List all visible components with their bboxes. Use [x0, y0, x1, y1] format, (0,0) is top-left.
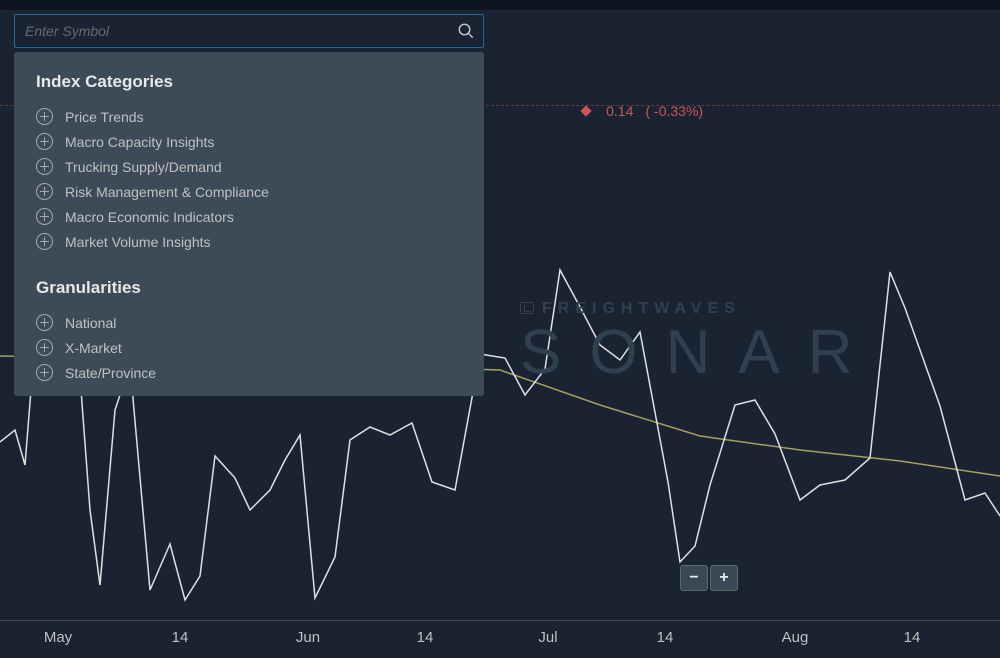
dropdown-item[interactable]: State/Province [36, 360, 462, 385]
symbol-search-panel: Index Categories Price Trends Macro Capaci… [14, 14, 484, 396]
x-axis-tick: 14 [904, 629, 921, 646]
dropdown-item[interactable]: X-Market [36, 335, 462, 360]
plus-circle-icon [36, 183, 53, 200]
plus-circle-icon [36, 158, 53, 175]
zoom-out-button[interactable]: − [680, 565, 708, 591]
dropdown-item-label: X-Market [65, 340, 122, 356]
x-axis-tick: 14 [417, 629, 434, 646]
symbol-search-row[interactable] [14, 14, 484, 48]
top-bar [0, 0, 1000, 10]
dropdown-section-title: Index Categories [36, 72, 462, 92]
x-axis: May 14 Jun 14 Jul 14 Aug 14 [0, 620, 1000, 658]
dropdown-item[interactable]: Price Trends [36, 104, 462, 129]
symbol-search-input[interactable] [15, 23, 449, 39]
plus-circle-icon [36, 314, 53, 331]
dropdown-item[interactable]: Lane [36, 385, 462, 386]
dropdown-item-label: Trucking Supply/Demand [65, 159, 222, 175]
plus-circle-icon [36, 108, 53, 125]
plus-circle-icon [36, 208, 53, 225]
x-axis-tick: May [44, 629, 72, 646]
plus-circle-icon [36, 339, 53, 356]
x-axis-tick: Aug [782, 629, 809, 646]
x-axis-tick: Jun [296, 629, 320, 646]
dropdown-item[interactable]: National [36, 310, 462, 335]
x-axis-tick: Jul [538, 629, 557, 646]
zoom-in-button[interactable]: + [710, 565, 738, 591]
dropdown-item-label: State/Province [65, 365, 156, 381]
zoom-controls: − + [680, 565, 738, 591]
x-axis-tick: 14 [657, 629, 674, 646]
plus-circle-icon [36, 364, 53, 381]
dropdown-item-label: Price Trends [65, 109, 144, 125]
dropdown-item[interactable]: Market Volume Insights [36, 229, 462, 254]
dropdown-item-label: Risk Management & Compliance [65, 184, 269, 200]
dropdown-section-title: Granularities [36, 278, 462, 298]
search-icon[interactable] [449, 22, 483, 40]
dropdown-item[interactable]: Macro Capacity Insights [36, 129, 462, 154]
dropdown-item-label: National [65, 315, 116, 331]
dropdown-item-label: Macro Capacity Insights [65, 134, 214, 150]
plus-circle-icon [36, 233, 53, 250]
plus-circle-icon [36, 133, 53, 150]
dropdown-item-label: Market Volume Insights [65, 234, 211, 250]
dropdown-item-label: Macro Economic Indicators [65, 209, 234, 225]
dropdown-scroll[interactable]: Index Categories Price Trends Macro Capaci… [14, 68, 484, 386]
x-axis-tick: 14 [172, 629, 189, 646]
symbol-dropdown: Index Categories Price Trends Macro Capaci… [14, 52, 484, 396]
dropdown-item[interactable]: Trucking Supply/Demand [36, 154, 462, 179]
dropdown-item[interactable]: Risk Management & Compliance [36, 179, 462, 204]
dropdown-item[interactable]: Macro Economic Indicators [36, 204, 462, 229]
